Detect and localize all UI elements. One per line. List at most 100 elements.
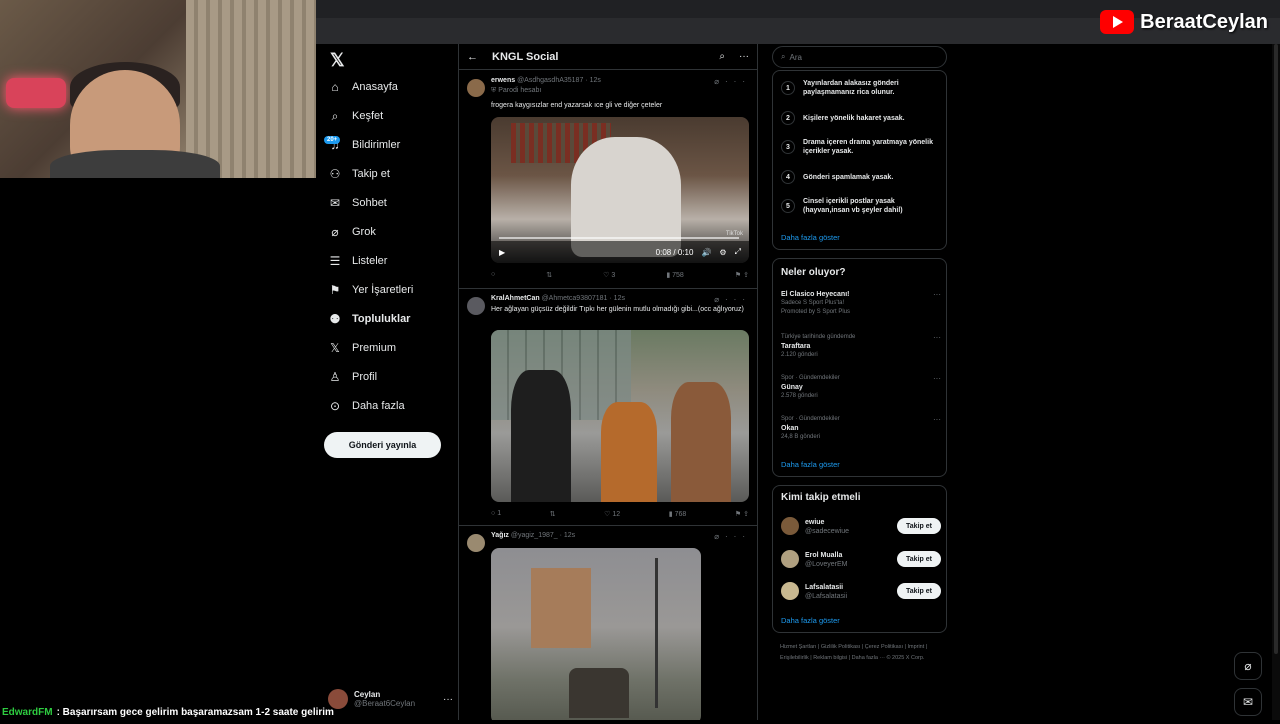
follow-button[interactable]: Takip et	[897, 583, 941, 599]
video-progress-bar[interactable]	[499, 237, 739, 239]
share-icons[interactable]: ⚑ ⇪	[735, 271, 749, 279]
reply-icon[interactable]: ○ 1	[491, 510, 501, 518]
account-switcher[interactable]: Ceylan @Beraat6Ceylan ···	[328, 684, 453, 714]
grok-and-more-icons[interactable]: ⌀···	[714, 77, 751, 86]
sidebar-item-bookmarks[interactable]: ⚑ Yer İşaretleri	[328, 277, 414, 303]
repost-icon[interactable]: ⇅	[550, 510, 556, 518]
more-icon[interactable]: ···	[443, 694, 453, 705]
messages-button[interactable]: ✉	[1234, 688, 1262, 716]
grok-and-more-icons[interactable]: ⌀···	[714, 295, 751, 304]
channel-brand: BeraatCeylan	[1100, 8, 1268, 36]
x-logo-icon[interactable]: 𝕏	[330, 50, 345, 71]
community-rules-card: 1 Yayınlardan alakasız gönderi paylaşmama…	[772, 70, 947, 250]
post-author[interactable]: Yağız	[491, 532, 509, 539]
post-button[interactable]: Gönderi yayınla	[324, 432, 441, 458]
grok-and-more-icons[interactable]: ⌀···	[714, 532, 751, 541]
repost-icon[interactable]: ⇅	[546, 271, 552, 279]
post-header: KralAhmetCan @Ahmetca93807181 · 12s	[491, 295, 625, 302]
search-icon[interactable]: ⌕	[719, 51, 725, 62]
more-icon: ···	[933, 333, 941, 342]
post[interactable]: KralAhmetCan @Ahmetca93807181 · 12s ⌀···…	[459, 289, 757, 526]
sidebar-item-label: Keşfet	[352, 110, 384, 122]
volume-icon[interactable]: 🔊	[701, 248, 711, 257]
post-header: Yağız @yagiz_1987_ · 12s	[491, 532, 575, 539]
play-icon[interactable]: ▶	[499, 248, 505, 257]
sidebar-item-lists[interactable]: ☰ Listeler	[328, 248, 388, 274]
back-arrow-icon[interactable]: ←	[467, 51, 478, 63]
communities-icon: ⚉	[329, 312, 341, 326]
like-icon[interactable]: ♡ 3	[603, 271, 615, 279]
follow-suggestion[interactable]: Lafsalatasii @Lafsalatasii Takip et	[781, 579, 941, 603]
post-handle: @yagiz_1987_	[510, 532, 558, 539]
settings-icon[interactable]: ⚙	[719, 248, 726, 257]
search-input[interactable]: ⌕ Ara	[772, 46, 947, 68]
show-more-link[interactable]: Daha fazla göster	[781, 233, 840, 242]
fullscreen-icon[interactable]: ⤢	[735, 247, 741, 257]
chat-user: EdwardFM	[2, 706, 53, 718]
scrollbar-thumb[interactable]	[1274, 44, 1278, 654]
post-image[interactable]	[491, 330, 749, 502]
trend-item[interactable]: Spor · Gündemdekiler Okan 24,8 B gönderi ··…	[781, 415, 941, 442]
trend-item[interactable]: Türkiye tarihinde gündemde Taraftara 2.120…	[781, 333, 941, 360]
home-icon: ⌂	[331, 80, 339, 94]
like-icon[interactable]: ♡ 12	[604, 510, 620, 518]
footer-links[interactable]: Hizmet Şartları | Gizlilik Politikası | …	[780, 642, 950, 664]
post-actions: ○ 1 ⇅ ♡ 12 ▮ 768 ⚑ ⇪	[491, 510, 749, 518]
avatar	[781, 582, 799, 600]
channel-name: BeraatCeylan	[1140, 10, 1268, 33]
x-premium-icon: 𝕏	[330, 341, 340, 355]
floating-actions: ⌀ ✉	[1234, 652, 1264, 724]
add-user-icon: ⚇	[329, 167, 341, 181]
sidebar-item-chat[interactable]: ✉ Sohbet	[328, 190, 387, 216]
post-video[interactable]: ▶ 0:08 / 0:10 🔊 ⚙ ⤢ TikTok	[491, 117, 749, 263]
show-more-link[interactable]: Daha fazla göster	[781, 460, 840, 469]
avatar[interactable]	[467, 534, 485, 552]
sidebar-item-home[interactable]: ⌂ Anasayfa	[328, 74, 398, 100]
sidebar-item-label: Yer İşaretleri	[352, 284, 414, 296]
avatar[interactable]	[467, 79, 485, 97]
post-video[interactable]	[491, 548, 701, 720]
follow-suggestion[interactable]: Erol Mualla @LoveyerEM Takip et	[781, 547, 941, 571]
sidebar-item-grok[interactable]: ⌀ Grok	[328, 219, 375, 245]
avatar	[781, 550, 799, 568]
sidebar-item-communities[interactable]: ⚉ Topluluklar	[328, 306, 411, 332]
follow-suggestion[interactable]: ewiue @sadecewiue Takip et	[781, 514, 941, 538]
sidebar-item-follow[interactable]: ⚇ Takip et	[328, 161, 390, 187]
rule-item: 1 Yayınlardan alakasız gönderi paylaşmama…	[781, 79, 941, 97]
bookmark-icon: ⚑	[329, 283, 341, 297]
sidebar-item-label: Takip et	[352, 168, 390, 180]
share-icons[interactable]: ⚑ ⇪	[735, 510, 749, 518]
post-time: · 12s	[609, 295, 625, 302]
views-icon[interactable]: ▮ 768	[669, 510, 686, 518]
post-author[interactable]: erwens	[491, 77, 515, 84]
sidebar-item-premium[interactable]: 𝕏 Premium	[328, 335, 396, 361]
post-author[interactable]: KralAhmetCan	[491, 295, 540, 302]
more-icon[interactable]: ···	[739, 51, 749, 62]
more-icon: ···	[933, 374, 941, 383]
bell-icon: ♫ 20+	[324, 136, 342, 152]
grok-button[interactable]: ⌀	[1234, 652, 1262, 680]
show-more-link[interactable]: Daha fazla göster	[781, 616, 840, 625]
avatar	[781, 517, 799, 535]
post[interactable]: erwens @AsdhgasdhA35187 · 12s ⌀··· ⛨ Par…	[459, 71, 757, 289]
post[interactable]: Yağız @yagiz_1987_ · 12s ⌀···	[459, 526, 757, 720]
reply-icon[interactable]: ○	[491, 271, 495, 279]
sidebar-item-profile[interactable]: ♙ Profil	[328, 364, 377, 390]
sidebar-item-label: Daha fazla	[352, 400, 405, 412]
sidebar-item-label: Topluluklar	[352, 313, 411, 325]
webcam-overlay	[0, 0, 316, 178]
trend-item[interactable]: Spor · Gündemdekiler Günay 2.578 gönderi ··…	[781, 374, 941, 401]
follow-button[interactable]: Takip et	[897, 518, 941, 534]
rule-item: 2 Kişilere yönelik hakaret yasak.	[781, 111, 941, 125]
sidebar-item-explore[interactable]: ⌕ Keşfet	[328, 103, 384, 129]
follow-button[interactable]: Takip et	[897, 551, 941, 567]
page-title: KNGL Social	[492, 50, 559, 63]
post-handle: @AsdhgasdhA35187	[517, 77, 584, 84]
page-scrollbar[interactable]	[1272, 44, 1280, 720]
sidebar-item-label: Premium	[352, 342, 397, 354]
avatar[interactable]	[467, 297, 485, 315]
trend-item[interactable]: El Clasico Heyecanı! Sadece S Sport Plus'…	[781, 290, 941, 317]
sidebar-item-notifications[interactable]: ♫ 20+ Bildirimler	[324, 132, 400, 158]
views-icon[interactable]: ▮ 758	[666, 271, 683, 279]
sidebar-item-more[interactable]: ⊙ Daha fazla	[328, 393, 405, 419]
